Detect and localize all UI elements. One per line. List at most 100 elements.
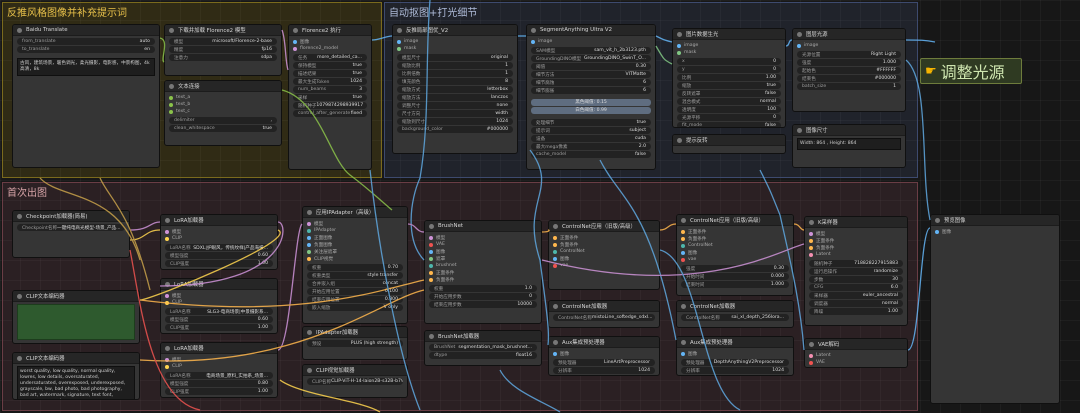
widget-field[interactable]: 采样器 euler_ancestral [809, 292, 903, 299]
collapse-dot-icon[interactable] [307, 367, 312, 373]
node-ksampler[interactable]: K采样器 #55 模型正面条件负面条件Latent 随机种子 7188282279158… [804, 216, 908, 326]
port-dot-icon[interactable] [307, 242, 311, 247]
text-area[interactable] [17, 304, 135, 340]
input-port[interactable]: image [531, 38, 651, 45]
node-image-scale-v2[interactable]: 反推局部图优_V2 #200 LayerStyle image mask 模型尺寸 ori… [392, 24, 518, 154]
widget-field[interactable]: 结束时间 1.000 [681, 281, 789, 288]
input-port[interactable]: 图像 [553, 350, 655, 357]
widget-field[interactable]: 预处理器 DepthAnythingV2Preprocessor [681, 359, 789, 366]
widget-field[interactable]: fit_mode false [677, 122, 781, 127]
node-header[interactable]: Aux集成预处理器 [677, 337, 793, 348]
node-header[interactable]: ControlNet应用（旧版/高级） [677, 215, 793, 226]
input-port[interactable]: IPAdapter [307, 227, 403, 234]
input-port[interactable]: ControlNet [681, 242, 789, 249]
node-baidu-translate[interactable]: Baidu Translate #285 MingNodes from_transl… [12, 24, 160, 168]
widget-field[interactable]: 预处理器 LineArtPreprocessor [553, 359, 655, 366]
node-lora-loader-2[interactable]: LoRA加载器 模型 CLIP LoRA名称 SLG3-电商场景|中景摄影系... 模型强… [160, 278, 278, 334]
collapse-dot-icon[interactable] [797, 127, 802, 133]
widget-field[interactable]: 反转遮罩 false [677, 90, 781, 97]
widget-field[interactable]: 强度 1.000 [797, 59, 901, 66]
node-clip-vision-loader[interactable]: CLIP视觉加载器 #83 CLIP名称CLIP-ViT-H-14-laion2B-… [302, 364, 408, 398]
input-port[interactable]: 图像 [553, 255, 655, 262]
widget-field[interactable]: 嵌入缩放 V only [307, 304, 403, 311]
node-prompt-invert[interactable]: 提示反转 #127 [672, 134, 786, 154]
input-port[interactable]: 图像 [681, 249, 789, 256]
input-port[interactable]: 正面图像 [307, 234, 403, 241]
port-dot-icon[interactable] [307, 235, 311, 240]
node-header[interactable]: 应用IPAdapter（高级） [303, 207, 407, 218]
widget-field[interactable]: y0 [677, 66, 781, 73]
widget-field[interactable]: 模型强度 0.60 [165, 252, 273, 259]
node-header[interactable]: CLIP视觉加载器 [303, 365, 407, 376]
node-controlnet-loader-2[interactable]: ControlNet加载器 ControlNet名称 sai_xl_depth_25… [676, 300, 794, 328]
collapse-dot-icon[interactable] [307, 209, 312, 215]
node-brushnet[interactable]: BrushNet #53 BrushNet 模型VAE 图像遮罩brushnet 正面条… [424, 220, 542, 324]
collapse-dot-icon[interactable] [17, 27, 22, 33]
node-header[interactable]: IPAdapter加载器 [303, 327, 407, 338]
input-port[interactable]: 负面条件 [681, 235, 789, 242]
widget-field[interactable]: 最大mega像素 2.0 [531, 143, 651, 150]
widget-field[interactable]: 开始时间 0.000 [681, 273, 789, 280]
node-lora-loader-1[interactable]: LoRA加载器 #63 模型CLIP LoRA名称SDXL|护眼风，传统纹样|产品海报… [160, 214, 278, 270]
widget-field[interactable]: 设备 cuda [531, 135, 651, 142]
collapse-dot-icon[interactable] [429, 223, 434, 229]
input-port[interactable]: 图像 [935, 228, 1055, 235]
port-dot-icon[interactable] [307, 221, 311, 226]
node-header[interactable]: Aux集成预处理器 [549, 337, 659, 348]
input-port[interactable]: image [397, 38, 513, 45]
port-dot-icon[interactable] [553, 351, 557, 356]
port-dot-icon[interactable] [553, 235, 557, 240]
widget-field[interactable]: 尺寸方向 width [397, 110, 513, 117]
input-port[interactable]: 正面条件 [429, 269, 537, 276]
node-aux-preprocessor-1[interactable]: Aux集成预处理器图像预处理器 LineArtPreprocessor 分辨率 102… [548, 336, 660, 376]
widget-field[interactable]: clean_whitespace true [169, 125, 277, 132]
widget-field[interactable]: dtype float16 [429, 352, 537, 359]
widget-field[interactable]: 提示词 subject [531, 127, 651, 134]
input-port[interactable]: VAE [809, 359, 903, 366]
port-dot-icon[interactable] [681, 257, 685, 262]
widget-field[interactable]: ControlNet名称 sai_xl_depth_256lora... [681, 314, 789, 321]
node-header[interactable]: K采样器 [805, 217, 907, 228]
collapse-dot-icon[interactable] [531, 27, 536, 33]
node-header[interactable]: 提示反转 [673, 135, 785, 146]
widget-field[interactable]: 缩放方法 lanczos [397, 94, 513, 101]
port-dot-icon[interactable] [165, 300, 169, 305]
node-lora-loader-3[interactable]: LoRA加载器 #269 模型CLIP LoRA名称 电商场景_原料_实拍系_场景...… [160, 342, 278, 398]
input-port[interactable]: 负面条件 [809, 244, 903, 251]
collapse-dot-icon[interactable] [307, 329, 312, 335]
node-header[interactable]: CLIP文本编码器 [13, 353, 139, 364]
input-port[interactable]: text_a [169, 94, 277, 101]
collapse-dot-icon[interactable] [553, 223, 558, 229]
port-dot-icon[interactable] [165, 364, 169, 369]
input-port[interactable]: florence2_model [293, 45, 367, 52]
input-port[interactable]: CLIP [165, 363, 273, 370]
widget-field[interactable]: LoRA名称 SLG3-电商场景|中景摄影系... [165, 308, 273, 315]
widget-field[interactable]: 合并嵌入组 concat [307, 280, 403, 287]
collapse-dot-icon[interactable] [677, 31, 682, 37]
node-light-source[interactable]: 图层光源 #159 IC-Light image 光源位置 Right Light 强度 1… [792, 28, 906, 112]
text-area[interactable]: Width: 864 , Height: 864 [797, 138, 901, 150]
input-port[interactable]: 遮罩 [429, 255, 537, 262]
widget-field[interactable]: 保持模型 true [293, 62, 367, 69]
input-port[interactable]: VAE [429, 241, 537, 248]
input-port[interactable]: vae [553, 262, 655, 269]
collapse-dot-icon[interactable] [553, 303, 558, 309]
collapse-dot-icon[interactable] [293, 27, 298, 33]
input-port[interactable]: brushnet [429, 262, 537, 269]
widget-field[interactable]: 随机种子 1079874298939917 [293, 102, 367, 109]
node-header[interactable]: LoRA加载器 [161, 215, 277, 226]
node-header[interactable]: LoRA加载器 [161, 279, 277, 290]
port-dot-icon[interactable] [809, 353, 813, 358]
widget-field[interactable]: 描述结果 true [293, 70, 367, 77]
widget-field[interactable]: 结束色 #000000 [797, 75, 901, 82]
node-checkpoint-loader[interactable]: Checkpoint加载器(简易) #61 Checkpoint名称一键纯电商光模型… [12, 210, 130, 258]
input-port[interactable]: text_b [169, 101, 277, 108]
widget-field[interactable]: 分辨率 1024 [553, 367, 655, 374]
text-area[interactable]: worst quality, low quality, normal quali… [17, 366, 135, 399]
input-port[interactable]: 正面条件 [809, 237, 903, 244]
collapse-dot-icon[interactable] [17, 293, 22, 299]
widget-field[interactable]: x0 [677, 58, 781, 65]
widget-field[interactable]: 分辨率 1024 [681, 367, 789, 374]
node-header[interactable]: 图像尺寸 [793, 125, 905, 136]
node-aux-preprocessor-2[interactable]: Aux集成预处理器 图像 预处理器 DepthAnythingV2Preprocess… [676, 336, 794, 376]
